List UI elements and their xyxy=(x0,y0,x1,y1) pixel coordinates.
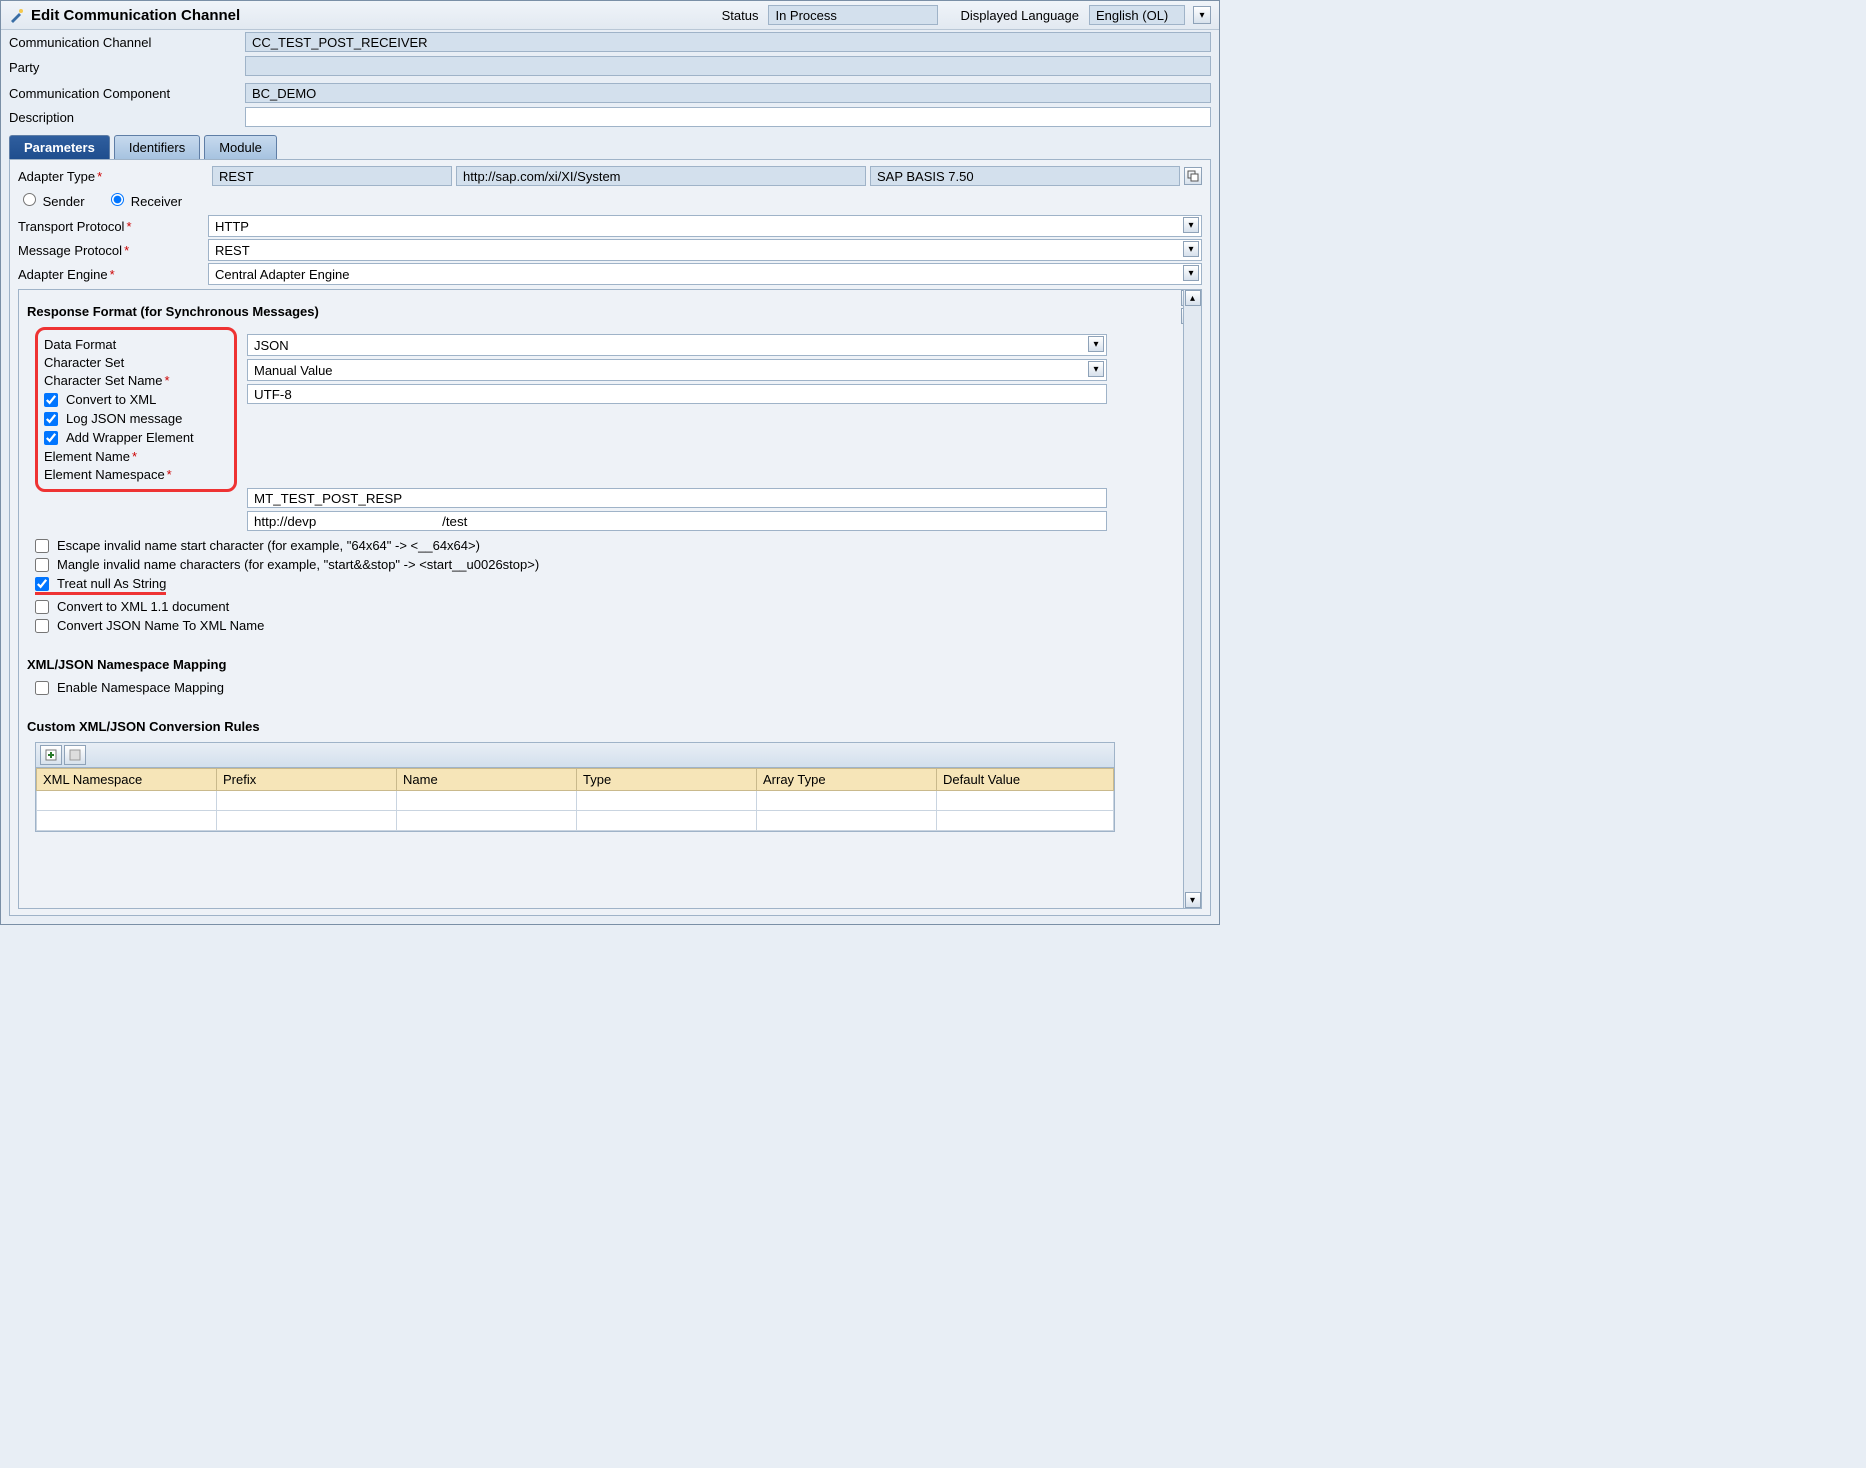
language-value[interactable]: English (OL) xyxy=(1089,5,1185,25)
charset-name-label: Character Set Name xyxy=(44,373,163,388)
escape-label: Escape invalid name start character (for… xyxy=(57,538,480,553)
response-format-section: Response Format (for Synchronous Message… xyxy=(27,304,1175,319)
dropdown-icon[interactable]: ▾ xyxy=(1183,241,1199,257)
language-label: Displayed Language xyxy=(960,8,1079,23)
rules-section: Custom XML/JSON Conversion Rules xyxy=(27,719,1175,734)
scroll-up-button[interactable]: ▴ xyxy=(1185,290,1201,306)
transport-dropdown[interactable]: HTTP▾ xyxy=(208,215,1202,237)
col-name[interactable]: Name xyxy=(397,769,577,791)
vertical-scrollbar[interactable]: ▴ ▾ xyxy=(1183,290,1201,908)
ns-mapping-section: XML/JSON Namespace Mapping xyxy=(27,657,1175,672)
cc-value: CC_TEST_POST_RECEIVER xyxy=(245,32,1211,52)
element-ns-label: Element Namespace xyxy=(44,467,165,482)
adapter-type-value: REST xyxy=(212,166,452,186)
description-label: Description xyxy=(9,110,245,125)
adapter-type-label: Adapter Type xyxy=(18,169,95,184)
col-default-value[interactable]: Default Value xyxy=(937,769,1114,791)
col-xml-namespace[interactable]: XML Namespace xyxy=(37,769,217,791)
charset-label: Character Set xyxy=(44,355,228,370)
null-string-label: Treat null As String xyxy=(57,576,166,591)
null-string-checkbox[interactable] xyxy=(35,577,49,591)
remove-row-button[interactable] xyxy=(64,745,86,765)
json2xml-label: Convert JSON Name To XML Name xyxy=(57,618,264,633)
table-row[interactable] xyxy=(37,791,1114,811)
element-name-label: Element Name xyxy=(44,449,130,464)
charset-name-input[interactable] xyxy=(247,384,1107,404)
adapter-namespace: http://sap.com/xi/XI/System xyxy=(456,166,866,186)
escape-checkbox[interactable] xyxy=(35,539,49,553)
dropdown-icon[interactable]: ▾ xyxy=(1183,265,1199,281)
enable-ns-label: Enable Namespace Mapping xyxy=(57,680,224,695)
tab-module[interactable]: Module xyxy=(204,135,277,159)
col-prefix[interactable]: Prefix xyxy=(217,769,397,791)
transport-label: Transport Protocol xyxy=(18,219,124,234)
log-json-label: Log JSON message xyxy=(66,411,182,426)
language-dropdown-icon[interactable]: ▾ xyxy=(1193,6,1211,24)
page-title: Edit Communication Channel xyxy=(31,7,240,24)
party-value xyxy=(245,56,1211,76)
adapter-engine-dropdown[interactable]: Central Adapter Engine▾ xyxy=(208,263,1202,285)
cc-label: Communication Channel xyxy=(9,35,245,50)
mangle-label: Mangle invalid name characters (for exam… xyxy=(57,557,539,572)
status-value: In Process xyxy=(768,5,938,25)
copy-icon[interactable] xyxy=(1184,167,1202,185)
wrapper-checkbox[interactable] xyxy=(44,431,58,445)
scroll-down-button[interactable]: ▾ xyxy=(1185,892,1201,908)
party-label: Party xyxy=(9,60,245,75)
xml11-label: Convert to XML 1.1 document xyxy=(57,599,229,614)
tab-parameters[interactable]: Parameters xyxy=(9,135,110,159)
charset-dropdown[interactable]: Manual Value▾ xyxy=(247,359,1107,381)
element-ns-input[interactable] xyxy=(247,511,1107,531)
json2xml-checkbox[interactable] xyxy=(35,619,49,633)
component-value: BC_DEMO xyxy=(245,83,1211,103)
log-json-checkbox[interactable] xyxy=(44,412,58,426)
add-row-button[interactable] xyxy=(40,745,62,765)
required-marker: * xyxy=(97,169,102,184)
convert-xml-checkbox[interactable] xyxy=(44,393,58,407)
enable-ns-checkbox[interactable] xyxy=(35,681,49,695)
message-protocol-label: Message Protocol xyxy=(18,243,122,258)
adapter-version: SAP BASIS 7.50 xyxy=(870,166,1180,186)
dropdown-icon[interactable]: ▾ xyxy=(1183,217,1199,233)
xml11-checkbox[interactable] xyxy=(35,600,49,614)
col-type[interactable]: Type xyxy=(577,769,757,791)
data-format-dropdown[interactable]: JSON▾ xyxy=(247,334,1107,356)
wrapper-label: Add Wrapper Element xyxy=(66,430,194,445)
convert-xml-label: Convert to XML xyxy=(66,392,156,407)
tab-identifiers[interactable]: Identifiers xyxy=(114,135,200,159)
component-label: Communication Component xyxy=(9,86,245,101)
wand-icon xyxy=(9,7,25,23)
message-protocol-dropdown[interactable]: REST▾ xyxy=(208,239,1202,261)
table-row[interactable] xyxy=(37,811,1114,831)
status-label: Status xyxy=(722,8,759,23)
highlighted-region: Data Format Character Set Character Set … xyxy=(35,327,237,492)
mangle-checkbox[interactable] xyxy=(35,558,49,572)
col-array-type[interactable]: Array Type xyxy=(757,769,937,791)
dropdown-icon[interactable]: ▾ xyxy=(1088,336,1104,352)
description-input[interactable] xyxy=(245,107,1211,127)
dropdown-icon[interactable]: ▾ xyxy=(1088,361,1104,377)
sender-radio[interactable]: Sender xyxy=(18,194,85,209)
adapter-engine-label: Adapter Engine xyxy=(18,267,108,282)
receiver-radio[interactable]: Receiver xyxy=(106,194,182,209)
data-format-label: Data Format xyxy=(44,337,228,352)
rules-table: XML Namespace Prefix Name Type Array Typ… xyxy=(35,742,1115,832)
element-name-input[interactable] xyxy=(247,488,1107,508)
